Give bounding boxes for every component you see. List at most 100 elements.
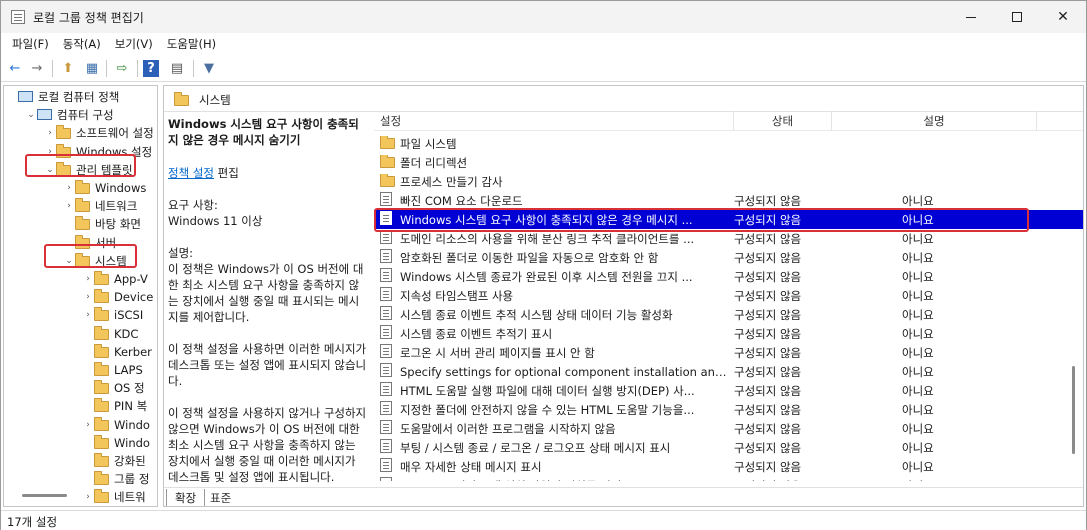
list-item[interactable]: Windows 시스템 종료가 완료된 이후 시스템 전원을 끄지 ... 구성되… xyxy=(374,267,1083,286)
chevron-right-icon[interactable]: › xyxy=(44,147,56,157)
tree-node-label: 그룹 정 xyxy=(114,472,150,487)
tree-node[interactable]: ⌄ 컴퓨터 구성 xyxy=(25,106,113,124)
show-hide-tree-button[interactable]: ▦ xyxy=(82,59,102,78)
tree-node[interactable]: 서버 xyxy=(63,234,116,252)
chevron-right-icon[interactable]: › xyxy=(63,183,75,193)
chevron-right-icon[interactable]: › xyxy=(44,128,56,138)
tree-node[interactable]: ⌄ 관리 템플릿 xyxy=(44,161,133,179)
setting-state: 구성되지 않음 xyxy=(734,212,802,227)
setting-comment: 아니요 xyxy=(902,402,934,417)
horizontal-scrollbar[interactable] xyxy=(22,494,67,497)
list-item[interactable]: 지속성 타임스탬프 사용 구성되지 않음 아니요 xyxy=(374,286,1083,305)
tree-node[interactable]: 그룹 정 xyxy=(82,470,149,488)
chevron-down-icon[interactable]: ⌄ xyxy=(63,256,75,266)
tree-node[interactable]: PIN 복 xyxy=(82,397,147,415)
setting-state: 구성되지 않음 xyxy=(734,250,802,265)
row-icon xyxy=(380,249,396,266)
list-item[interactable]: 시스템 종료 이벤트 추적 시스템 상태 데이터 기능 활성화 구성되지 않음 아니… xyxy=(374,305,1083,324)
tab-standard[interactable]: 표준 xyxy=(202,489,239,506)
tree-node[interactable]: LAPS xyxy=(82,361,143,379)
tree-node[interactable]: ⌄ 시스템 xyxy=(63,252,127,270)
vertical-scrollbar[interactable] xyxy=(1072,366,1075,454)
tree-node-icon xyxy=(56,125,72,140)
list-item[interactable]: 빠진 COM 요소 다운로드 구성되지 않음 아니요 xyxy=(374,191,1083,210)
list-item-selected[interactable]: Windows 시스템 요구 사항이 충족되지 않은 경우 메시지 ... 구성되… xyxy=(374,210,1083,229)
chevron-right-icon[interactable]: › xyxy=(82,292,94,302)
tree-node[interactable]: › 네트워 xyxy=(82,488,146,506)
list-header: 설정 상태 설명 xyxy=(374,111,1083,131)
list-item[interactable]: 부팅 / 시스템 종료 / 로그온 / 로그오프 상태 메시지 표시 구성되지 않… xyxy=(374,438,1083,457)
tree-node[interactable]: Windo xyxy=(82,434,150,452)
tree-node-icon xyxy=(94,343,110,359)
folder-icon xyxy=(94,289,109,304)
chevron-down-icon[interactable]: ⌄ xyxy=(44,165,56,175)
menu-action[interactable]: 동작(A) xyxy=(56,33,108,55)
properties-view-button[interactable]: ▤ xyxy=(167,59,187,78)
console-tree[interactable]: 로컬 컴퓨터 정책 ⌄ 컴퓨터 구성 › 소프트웨어 설정 › Windows 설정 ⌄ 관리 … xyxy=(3,85,158,507)
tree-node-icon xyxy=(94,362,110,377)
tree-node[interactable]: › Device xyxy=(82,288,153,306)
setting-name-cell: 로그온 시 서버 관리 페이지를 표시 안 함 xyxy=(374,344,732,361)
tree-node[interactable]: › App-V xyxy=(82,270,148,288)
chevron-right-icon[interactable]: › xyxy=(82,310,94,320)
export-list-button[interactable]: ⇨ xyxy=(112,59,132,78)
menu-help[interactable]: 도움말(H) xyxy=(160,33,223,55)
list-item[interactable]: 시스템 종료 이벤트 추적기 표시 구성되지 않음 아니요 xyxy=(374,324,1083,343)
tree-node[interactable]: › 소프트웨어 설정 xyxy=(44,124,154,142)
list-item[interactable]: 매우 자세한 상태 메시지 표시 구성되지 않음 아니요 xyxy=(374,457,1083,476)
tree-node[interactable]: KDC xyxy=(82,325,138,343)
tree-node-icon xyxy=(94,416,110,432)
forward-button[interactable]: → xyxy=(27,59,47,78)
list-item[interactable]: HTML 도움말 실행 파일에 대해 데이터 실행 방지(DEP) 사... 구성… xyxy=(374,381,1083,400)
tree-node[interactable]: 바탕 화면 xyxy=(63,215,141,233)
list-item[interactable]: Specify settings for optional component … xyxy=(374,362,1083,381)
chevron-right-icon[interactable]: › xyxy=(82,492,94,502)
list-item[interactable]: Windows 서비스 팩 설치 파일의 위치를 지정 구성되지 않음아니요 xyxy=(374,476,1083,481)
tree-node[interactable]: 강화된 xyxy=(82,452,146,470)
chevron-right-icon[interactable]: › xyxy=(63,201,75,211)
tree-node[interactable]: › Windows xyxy=(63,179,146,197)
list-item[interactable]: 파일 시스템 xyxy=(374,134,1083,153)
list-item[interactable]: 암호화된 폴더로 이동한 파일을 자동으로 암호화 안 함 구성되지 않음 아니요 xyxy=(374,248,1083,267)
tree-node[interactable]: 로컬 컴퓨터 정책 xyxy=(6,88,119,106)
list-item[interactable]: 로그온 시 서버 관리 페이지를 표시 안 함 구성되지 않음 아니요 xyxy=(374,343,1083,362)
tree-node-icon xyxy=(94,289,110,304)
chevron-down-icon[interactable]: ⌄ xyxy=(25,110,37,120)
tree-node[interactable]: OS 정 xyxy=(82,379,145,397)
column-header-state[interactable]: 상태 xyxy=(734,111,832,131)
setting-comment: 아니요 xyxy=(902,231,934,246)
list-item[interactable]: 지정한 폴더에 안전하지 않을 수 있는 HTML 도움말 기능을... 구성되지… xyxy=(374,400,1083,419)
minimize-button[interactable] xyxy=(948,1,994,33)
menu-file[interactable]: 파일(F) xyxy=(5,33,56,55)
filter-button[interactable]: ▼ xyxy=(199,59,219,78)
folder-icon xyxy=(174,92,189,106)
chevron-right-icon[interactable]: › xyxy=(82,420,94,430)
back-button[interactable]: ← xyxy=(5,59,25,78)
tree-node[interactable]: › Windows 설정 xyxy=(44,143,152,161)
up-folder-button[interactable]: ⬆ xyxy=(58,59,78,78)
help-button[interactable]: ? xyxy=(143,60,159,77)
tree-node-label: 네트워크 xyxy=(95,199,138,214)
close-button[interactable]: ✕ xyxy=(1040,1,1086,33)
filter-icon: ▼ xyxy=(204,61,214,76)
column-header-comment[interactable]: 설명 xyxy=(832,111,1037,131)
menu-view[interactable]: 보기(V) xyxy=(108,33,160,55)
tree-node-label: 네트워 xyxy=(114,490,146,505)
list-item[interactable]: 폴더 리디렉션 xyxy=(374,153,1083,172)
chevron-right-icon[interactable]: › xyxy=(82,274,94,284)
tree-node[interactable]: › Windo xyxy=(82,416,150,434)
tree-node[interactable]: › 네트워크 xyxy=(63,197,137,215)
edit-policy-line: 정책 설정 편집 xyxy=(168,165,368,181)
maximize-button[interactable] xyxy=(994,1,1040,33)
settings-list[interactable]: 설정 상태 설명 파일 시스템 폴더 리디렉션 프로세스 만들기 감사 빠진 COM … xyxy=(374,111,1083,481)
list-item[interactable]: 도움말에서 이러한 프로그램을 시작하지 않음 구성되지 않음 아니요 xyxy=(374,419,1083,438)
tree-node[interactable]: Kerber xyxy=(82,343,152,361)
policy-settings-link[interactable]: 정책 설정 xyxy=(168,166,214,180)
column-header-setting[interactable]: 설정 xyxy=(374,111,734,131)
list-item[interactable]: 프로세스 만들기 감사 xyxy=(374,172,1083,191)
tree-node[interactable]: › iSCSI xyxy=(82,306,143,324)
toolbar-separator xyxy=(106,60,107,77)
computer-icon xyxy=(18,91,33,102)
list-item[interactable]: 도메인 리소스의 사용을 위해 분산 링크 추적 클라이언트를 ... 구성되지 … xyxy=(374,229,1083,248)
tab-extended[interactable]: 확장 xyxy=(166,489,206,506)
